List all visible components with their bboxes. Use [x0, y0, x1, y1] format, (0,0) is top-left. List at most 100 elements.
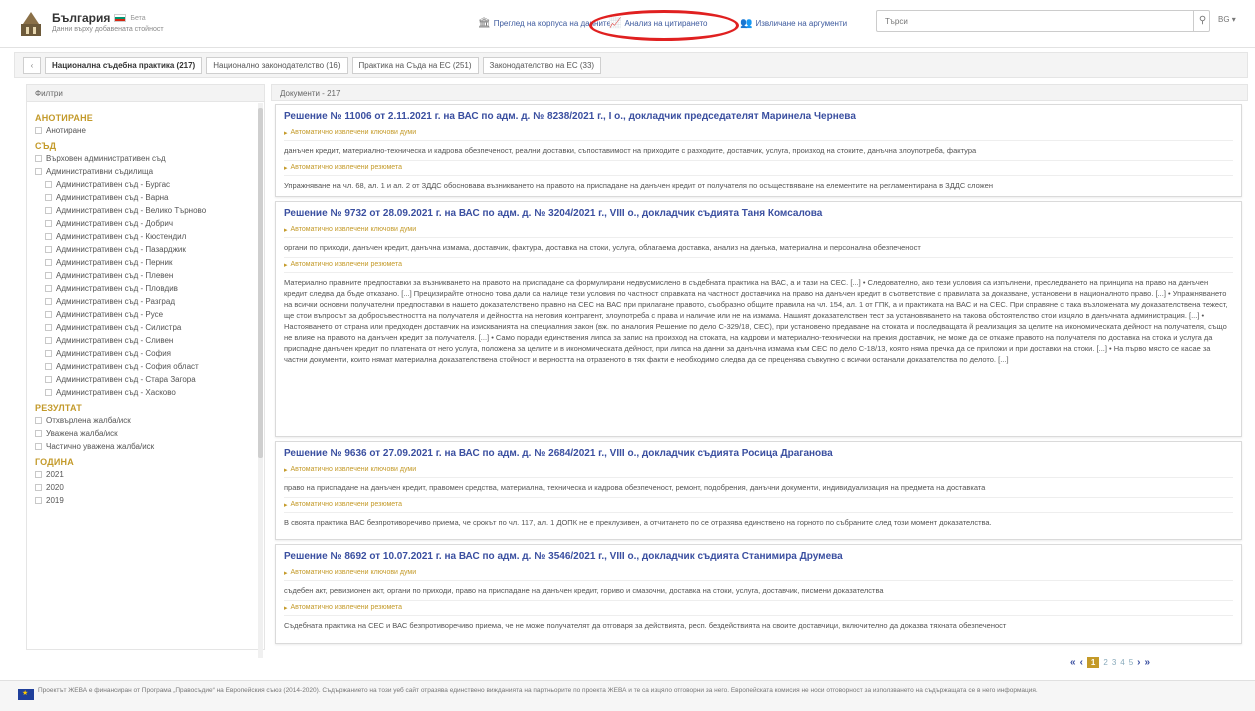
checkbox[interactable]	[35, 155, 42, 162]
checkbox[interactable]	[45, 311, 52, 318]
filter-option[interactable]: Административен съд - Добрич	[35, 219, 256, 229]
filter-option[interactable]: Административен съд - Велико Търново	[35, 206, 256, 216]
checkbox[interactable]	[45, 389, 52, 396]
checkbox[interactable]	[35, 443, 42, 450]
result-title-link[interactable]: Решение № 9636 от 27.09.2021 г. на ВАС п…	[284, 448, 1233, 459]
filter-group-title: АНОТИРАНЕ	[35, 113, 93, 123]
page-5-button[interactable]: 5	[1129, 658, 1133, 667]
filter-option[interactable]: Административен съд - Стара Загора	[35, 375, 256, 385]
checkbox[interactable]	[45, 220, 52, 227]
filter-group-title: ГОДИНА	[35, 457, 74, 467]
result-card: Решение № 9636 от 27.09.2021 г. на ВАС п…	[275, 441, 1242, 540]
highlight-circle	[589, 10, 739, 41]
filter-option[interactable]: Административен съд - Перник	[35, 258, 256, 268]
checkbox[interactable]	[45, 272, 52, 279]
filter-option-label: Административен съд - Плевен	[56, 271, 174, 280]
nav-argument-extraction[interactable]: 👥 Извличане на аргументи	[740, 18, 847, 29]
brand[interactable]: България Бета Данни върху добавената сто…	[52, 11, 164, 33]
filter-option[interactable]: Върховен административен съд	[35, 154, 256, 164]
checkbox[interactable]	[45, 363, 52, 370]
chevron-left-icon[interactable]: ‹	[23, 56, 41, 74]
filter-option[interactable]: 2020	[35, 483, 256, 493]
checkbox[interactable]	[45, 207, 52, 214]
filter-option-label: 2021	[46, 470, 64, 479]
filter-option[interactable]: Административен съд - Сливен	[35, 336, 256, 346]
keywords-toggle[interactable]: ▸ Автоматично извлечени ключови думи	[284, 466, 1233, 474]
result-title-link[interactable]: Решение № 8692 от 10.07.2021 г. на ВАС п…	[284, 551, 1233, 562]
excerpt-toggle[interactable]: ▸ Автоматично извлечени резюмета	[284, 164, 1233, 172]
next-page-button[interactable]: ›	[1137, 657, 1140, 668]
filter-option[interactable]: Административен съд - Силистра	[35, 323, 256, 333]
checkbox[interactable]	[35, 127, 42, 134]
prev-page-button[interactable]: ‹	[1080, 657, 1083, 668]
checkbox[interactable]	[35, 430, 42, 437]
checkbox[interactable]	[45, 246, 52, 253]
scrollbar[interactable]	[258, 103, 263, 658]
keywords-toggle[interactable]: ▸ Автоматично извлечени ключови думи	[284, 569, 1233, 577]
filter-option[interactable]: Административен съд - Пазарджик	[35, 245, 256, 255]
filter-option-label: Частично уважена жалба/иск	[46, 442, 155, 451]
filter-option-label: Административен съд - Пловдив	[56, 284, 178, 293]
page-1-button[interactable]: 1	[1086, 657, 1100, 668]
keywords-toggle[interactable]: ▸ Автоматично извлечени ключови думи	[284, 129, 1233, 137]
filter-option[interactable]: Отхвърлена жалба/иск	[35, 416, 256, 426]
filter-option[interactable]: Уважена жалба/иск	[35, 429, 256, 439]
page-2-button[interactable]: 2	[1103, 658, 1107, 667]
checkbox[interactable]	[45, 350, 52, 357]
checkbox[interactable]	[35, 497, 42, 504]
filter-option-label: Административен съд - Разград	[56, 297, 175, 306]
checkbox[interactable]	[45, 233, 52, 240]
checkbox[interactable]	[35, 484, 42, 491]
filter-option[interactable]: Административен съд - София област	[35, 362, 256, 372]
tab-cjeu-case-law[interactable]: Практика на Съда на ЕС (251)	[351, 56, 479, 74]
last-page-button[interactable]: »	[1145, 657, 1151, 668]
filter-option[interactable]: Административни съдилища	[35, 167, 256, 177]
filter-option[interactable]: Административен съд - Хасково	[35, 388, 256, 398]
filter-option-label: Отхвърлена жалба/иск	[46, 416, 131, 425]
tab-national-legislation[interactable]: Национално законодателство (16)	[206, 56, 348, 74]
scrollbar-thumb[interactable]	[258, 108, 263, 458]
search-input[interactable]	[877, 11, 1177, 31]
checkbox[interactable]	[45, 337, 52, 344]
filter-option[interactable]: 2021	[35, 470, 256, 480]
checkbox[interactable]	[45, 194, 52, 201]
result-title-link[interactable]: Решение № 11006 от 2.11.2021 г. на ВАС п…	[284, 111, 1233, 122]
tab-national-case-law[interactable]: Национална съдебна практика (217)	[45, 56, 203, 74]
filter-option-label: Административен съд - Хасково	[56, 388, 176, 397]
filter-option[interactable]: Административен съд - Варна	[35, 193, 256, 203]
checkbox[interactable]	[45, 259, 52, 266]
filter-group-title: РЕЗУЛТАТ	[35, 403, 82, 413]
filter-option[interactable]: Административен съд - Русе	[35, 310, 256, 320]
footer-text: Проектът ЖЕВА е финансиран от Програма „…	[38, 687, 1038, 694]
language-selector[interactable]: BG ▾	[1218, 15, 1236, 24]
search-icon[interactable]: ⚲	[1193, 11, 1211, 31]
filter-option[interactable]: Административен съд - Бургас	[35, 180, 256, 190]
checkbox[interactable]	[45, 285, 52, 292]
checkbox[interactable]	[45, 181, 52, 188]
filter-option[interactable]: Анотиране	[35, 126, 256, 136]
checkbox[interactable]	[35, 417, 42, 424]
filter-option-label: Административни съдилища	[46, 167, 154, 176]
filter-option[interactable]: Административен съд - София	[35, 349, 256, 359]
first-page-button[interactable]: «	[1070, 657, 1076, 668]
filter-option[interactable]: Административен съд - Плевен	[35, 271, 256, 281]
filter-option[interactable]: Административен съд - Кюстендил	[35, 232, 256, 242]
triangle-icon: ▸	[284, 605, 288, 612]
filter-option[interactable]: Частично уважена жалба/иск	[35, 442, 256, 452]
filter-option[interactable]: 2019	[35, 496, 256, 506]
excerpt-toggle[interactable]: ▸ Автоматично извлечени резюмета	[284, 261, 1233, 269]
filter-option[interactable]: Административен съд - Разград	[35, 297, 256, 307]
tab-eu-legislation[interactable]: Законодателство на ЕС (33)	[482, 56, 602, 74]
checkbox[interactable]	[45, 324, 52, 331]
keywords-toggle[interactable]: ▸ Автоматично извлечени ключови думи	[284, 226, 1233, 234]
filter-option[interactable]: Административен съд - Пловдив	[35, 284, 256, 294]
checkbox[interactable]	[35, 168, 42, 175]
excerpt-toggle[interactable]: ▸ Автоматично извлечени резюмета	[284, 604, 1233, 612]
checkbox[interactable]	[45, 376, 52, 383]
checkbox[interactable]	[35, 471, 42, 478]
page-4-button[interactable]: 4	[1120, 658, 1124, 667]
excerpt-toggle[interactable]: ▸ Автоматично извлечени резюмета	[284, 501, 1233, 509]
result-title-link[interactable]: Решение № 9732 от 28.09.2021 г. на ВАС п…	[284, 208, 1233, 219]
page-3-button[interactable]: 3	[1112, 658, 1116, 667]
checkbox[interactable]	[45, 298, 52, 305]
